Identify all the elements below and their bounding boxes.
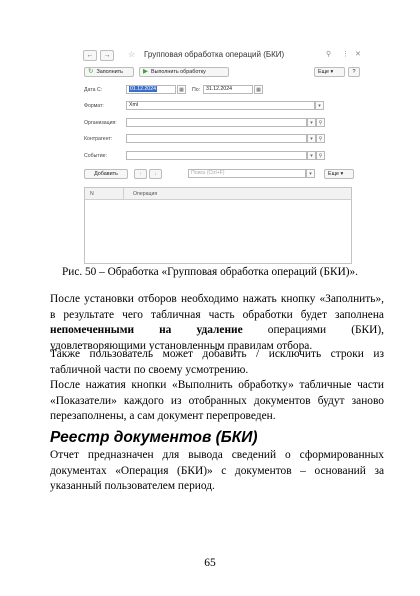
move-down-button[interactable]: ↓ xyxy=(149,169,162,179)
fill-button[interactable]: ↻ Заполнить xyxy=(84,67,134,77)
table-toolbar: Добавить ↑ ↓ Поиск (Ctrl+F) ▾ Еще ▾ xyxy=(84,169,360,179)
figure-caption: Рис. 50 – Обработка «Групповая обработка… xyxy=(62,266,358,278)
help-icon: ? xyxy=(352,69,356,75)
counterparty-open-icon[interactable]: ⚲ xyxy=(316,134,325,143)
processing-window: ← → ☆ Групповая обработка операций (БКИ)… xyxy=(80,42,361,264)
command-bar: ↻ Заполнить ▶ Выполнить обработку Еще ▾ … xyxy=(84,67,364,78)
column-n[interactable]: N xyxy=(90,191,94,197)
date-from-field[interactable]: 01.12.2024 xyxy=(126,85,176,94)
add-button[interactable]: Добавить xyxy=(84,169,128,179)
page-number: 65 xyxy=(204,557,216,569)
menu-dots-icon[interactable]: ⋮ xyxy=(342,50,349,58)
event-field[interactable] xyxy=(126,151,307,160)
format-dropdown-icon[interactable]: ▾ xyxy=(315,101,324,110)
paragraph-1: После установки отборов необходимо нажат… xyxy=(50,293,384,352)
chevron-down-icon: ▾ xyxy=(338,171,344,177)
window-titlebar: ← → ☆ Групповая обработка операций (БКИ)… xyxy=(80,45,361,61)
link-icon[interactable]: ⚲ xyxy=(326,50,331,58)
more-button[interactable]: Еще ▾ xyxy=(314,67,345,77)
arrow-left-icon: ← xyxy=(86,52,94,59)
favorite-star-icon[interactable]: ☆ xyxy=(128,50,135,59)
organization-open-icon[interactable]: ⚲ xyxy=(316,118,325,127)
date-row: Дата С: 01.12.2024 ▦ По: 31.12.2024 ▦ xyxy=(84,85,360,95)
operations-table[interactable]: N Операция xyxy=(84,187,352,264)
calendar-from-icon[interactable]: ▦ xyxy=(177,85,186,94)
date-from-label: Дата С: xyxy=(84,87,103,93)
event-open-icon[interactable]: ⚲ xyxy=(316,151,325,160)
calendar-to-icon[interactable]: ▦ xyxy=(254,85,263,94)
search-clear-icon[interactable]: ▾ xyxy=(306,169,315,178)
format-select[interactable]: Xml xyxy=(126,101,315,110)
back-button[interactable]: ← xyxy=(83,50,97,61)
counterparty-dropdown-icon[interactable]: ▾ xyxy=(307,134,316,143)
help-button[interactable]: ? xyxy=(348,67,360,77)
event-label: Событие: xyxy=(84,153,107,159)
event-dropdown-icon[interactable]: ▾ xyxy=(307,151,316,160)
event-row: Событие: ▾ ⚲ xyxy=(84,151,360,161)
organization-field[interactable] xyxy=(126,118,307,127)
counterparty-label: Контрагент: xyxy=(84,136,113,142)
organization-dropdown-icon[interactable]: ▾ xyxy=(307,118,316,127)
close-icon[interactable]: ✕ xyxy=(355,50,361,58)
section-heading: Реестр документов (БКИ) xyxy=(50,429,258,446)
counterparty-row: Контрагент: ▾ ⚲ xyxy=(84,134,360,144)
refresh-icon: ↻ xyxy=(88,67,94,75)
search-input[interactable]: Поиск (Ctrl+F) xyxy=(188,169,306,178)
window-title: Групповая обработка операций (БКИ) xyxy=(144,50,285,59)
paragraph-3: После нажатия кнопки «Выполнить обработк… xyxy=(50,379,384,422)
date-to-field[interactable]: 31.12.2024 xyxy=(203,85,253,94)
table-more-button[interactable]: Еще ▾ xyxy=(324,169,354,179)
run-processing-button[interactable]: ▶ Выполнить обработку xyxy=(139,67,229,77)
chevron-down-icon: ▾ xyxy=(328,69,334,75)
counterparty-field[interactable] xyxy=(126,134,307,143)
paragraph-4: Отчет предназначен для вывода сведений о… xyxy=(50,449,384,492)
arrow-up-icon: ↑ xyxy=(139,171,142,177)
organization-label: Организация: xyxy=(84,120,117,126)
arrow-right-icon: → xyxy=(103,52,111,59)
paragraph-2: Также пользователь может добавить / искл… xyxy=(50,348,384,376)
play-icon: ▶ xyxy=(143,67,148,75)
format-label: Формат: xyxy=(84,103,104,109)
date-to-label: По: xyxy=(192,87,201,93)
format-row: Формат: Xml ▾ xyxy=(84,101,360,111)
organization-row: Организация: ▾ ⚲ xyxy=(84,118,360,128)
column-operation[interactable]: Операция xyxy=(133,191,157,197)
move-up-button[interactable]: ↑ xyxy=(134,169,147,179)
forward-button[interactable]: → xyxy=(100,50,114,61)
column-divider xyxy=(123,188,124,199)
arrow-down-icon: ↓ xyxy=(154,171,157,177)
table-header: N Операция xyxy=(85,188,351,200)
